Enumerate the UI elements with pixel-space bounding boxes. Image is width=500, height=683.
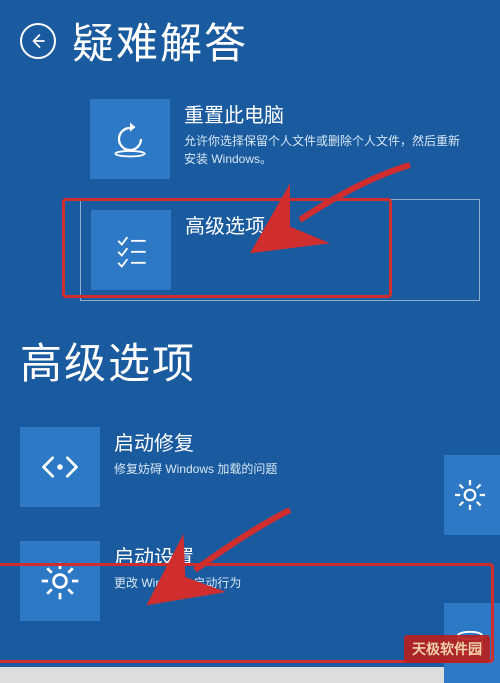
advanced-options-title: 高级选项 — [185, 210, 265, 239]
startup-repair-desc: 修复妨碍 Windows 加载的问题 — [114, 460, 277, 478]
watermark: 天极软件园 — [404, 635, 490, 663]
startup-repair-text: 启动修复 修复妨碍 Windows 加载的问题 — [100, 427, 277, 478]
advanced-options-tile[interactable]: 高级选项 — [91, 210, 469, 290]
gear-icon — [38, 559, 82, 603]
reset-pc-icon-box — [90, 99, 170, 179]
startup-settings-icon-box — [20, 541, 100, 621]
startup-repair-title: 启动修复 — [114, 427, 277, 456]
reset-pc-desc: 允许你选择保留个人文件或删除个人文件，然后重新安装 Windows。 — [184, 132, 470, 168]
page-title: 高级选项 — [20, 330, 480, 391]
header: 疑难解答 — [20, 10, 480, 71]
startup-settings-text: 启动设置 更改 Windows 启动行为 — [100, 541, 241, 592]
advanced-options-text: 高级选项 — [171, 210, 265, 243]
reset-pc-tile[interactable]: 重置此电脑 允许你选择保留个人文件或删除个人文件，然后重新安装 Windows。 — [90, 99, 480, 179]
page-title: 疑难解答 — [72, 10, 248, 71]
startup-settings-desc: 更改 Windows 启动行为 — [114, 574, 241, 592]
code-brackets-icon — [38, 445, 82, 489]
reset-pc-title: 重置此电脑 — [184, 99, 470, 128]
advanced-options-tile-wrapper: 高级选项 — [80, 199, 480, 301]
gear-icon — [452, 477, 488, 513]
partial-tile[interactable] — [444, 455, 500, 535]
checklist-icon — [109, 228, 153, 272]
troubleshoot-screen: 疑难解答 重置此电脑 允许你选择保留个人文件或删除个人文件，然后重新安装 Win… — [0, 0, 500, 325]
advanced-options-icon-box — [91, 210, 171, 290]
startup-repair-icon-box — [20, 427, 100, 507]
startup-settings-title: 启动设置 — [114, 541, 241, 570]
startup-repair-tile[interactable]: 启动修复 修复妨碍 Windows 加载的问题 — [20, 427, 480, 507]
reset-icon — [108, 117, 152, 161]
startup-settings-tile[interactable]: 启动设置 更改 Windows 启动行为 — [20, 541, 480, 621]
back-arrow-icon — [29, 32, 47, 50]
back-button[interactable] — [20, 23, 56, 59]
advanced-options-screen: 高级选项 启动修复 修复妨碍 Windows 加载的问题 — [0, 325, 500, 667]
reset-pc-text: 重置此电脑 允许你选择保留个人文件或删除个人文件，然后重新安装 Windows。 — [170, 99, 470, 168]
